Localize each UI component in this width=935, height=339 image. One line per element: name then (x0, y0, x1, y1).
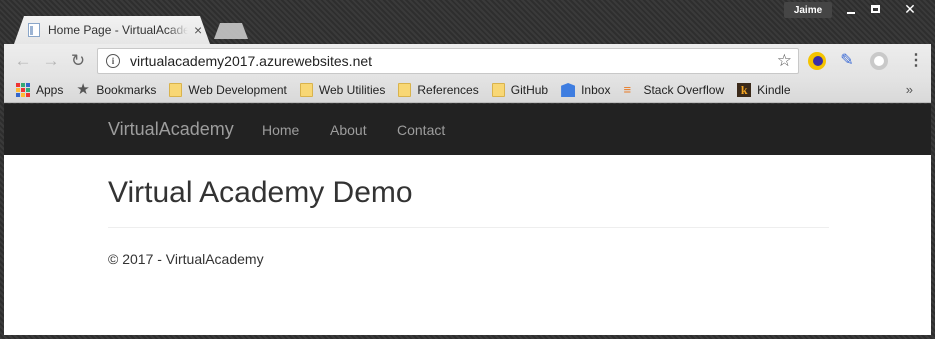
moon-extension-icon[interactable] (808, 52, 826, 70)
profile-button[interactable]: Jaime (784, 2, 832, 18)
forward-arrow-icon[interactable]: → (42, 52, 60, 70)
bookmark-label: Kindle (757, 83, 791, 97)
footer-copyright: © 2017 - VirtualAcademy (108, 251, 264, 267)
stackoverflow-icon: ≡ (623, 82, 632, 97)
tab-home-page[interactable]: Home Page - VirtualAcademy × (14, 16, 210, 44)
bookmark-label: Apps (36, 83, 64, 97)
close-window-button[interactable]: ✕ (890, 0, 930, 18)
reload-icon[interactable]: ↻ (69, 52, 87, 70)
bookmark-inbox[interactable]: Inbox (561, 83, 610, 97)
url-text[interactable]: virtualacademy2017.azurewebsites.net (130, 53, 372, 69)
eyedropper-extension-icon[interactable]: ✎ (838, 52, 856, 70)
bookmark-label: Stack Overflow (643, 83, 725, 97)
bookmark-label: Inbox (581, 83, 611, 97)
bookmarks-bar: Apps ★ Bookmarks Web Development Web Uti… (4, 78, 931, 103)
browser-window: Jaime ✕ Home Page - VirtualAcademy × ← →… (0, 0, 935, 339)
apps-icon (16, 83, 30, 97)
divider (108, 227, 829, 228)
bookmark-kindle[interactable]: k Kindle (737, 83, 791, 97)
bookmark-label: References (417, 83, 479, 97)
bookmark-web-utilities[interactable]: Web Utilities (299, 83, 386, 97)
folder-icon (299, 83, 313, 97)
tab-close-icon[interactable]: × (194, 23, 202, 37)
bookmark-label: Web Utilities (318, 83, 386, 97)
bookmark-apps[interactable]: Apps (16, 83, 63, 97)
nav-link-home[interactable]: Home (262, 122, 299, 138)
tab-title: Home Page - VirtualAcademy (48, 23, 188, 37)
new-tab-button[interactable] (214, 23, 248, 39)
kindle-icon: k (737, 83, 752, 97)
maximize-button[interactable] (864, 0, 886, 18)
bookmark-references[interactable]: References (398, 83, 479, 97)
nav-link-about[interactable]: About (330, 122, 367, 138)
browser-toolbar: ← → ↻ i virtualacademy2017.azurewebsites… (4, 44, 931, 78)
page-favicon-icon (28, 23, 40, 37)
close-icon: ✕ (904, 0, 916, 17)
site-navbar: VirtualAcademy Home About Contact (4, 104, 931, 155)
more-bookmarks-chevron-icon[interactable]: » (906, 82, 913, 97)
minimize-button[interactable] (840, 0, 862, 18)
address-bar[interactable]: i virtualacademy2017.azurewebsites.net ☆ (97, 48, 799, 74)
folder-icon (398, 83, 412, 97)
maximize-icon (870, 5, 880, 13)
bookmark-label: GitHub (510, 83, 549, 97)
minimize-icon (847, 12, 855, 14)
nav-link-contact[interactable]: Contact (397, 122, 445, 138)
bookmark-label: Bookmarks (96, 83, 157, 97)
star-icon: ★ (76, 81, 90, 98)
page-viewport: VirtualAcademy Home About Contact Virtua… (4, 104, 931, 335)
bookmark-github[interactable]: GitHub (491, 83, 549, 97)
site-info-icon[interactable]: i (106, 54, 120, 68)
chrome-menu-icon[interactable]: ⋮ (908, 52, 924, 70)
folder-icon (169, 83, 183, 97)
folder-icon (491, 83, 505, 97)
back-arrow-icon[interactable]: ← (14, 52, 32, 70)
bookmark-label: Web Development (188, 83, 287, 97)
bookmark-bookmarks[interactable]: ★ Bookmarks (76, 81, 157, 98)
bookmark-stack-overflow[interactable]: ≡ Stack Overflow (623, 82, 725, 98)
bookmark-star-icon[interactable]: ☆ (777, 51, 792, 71)
bookmark-web-development[interactable]: Web Development (169, 83, 287, 97)
ring-extension-icon[interactable] (870, 52, 888, 70)
page-title: Virtual Academy Demo (108, 176, 413, 209)
inbox-icon (561, 83, 576, 97)
site-brand-link[interactable]: VirtualAcademy (108, 119, 234, 140)
